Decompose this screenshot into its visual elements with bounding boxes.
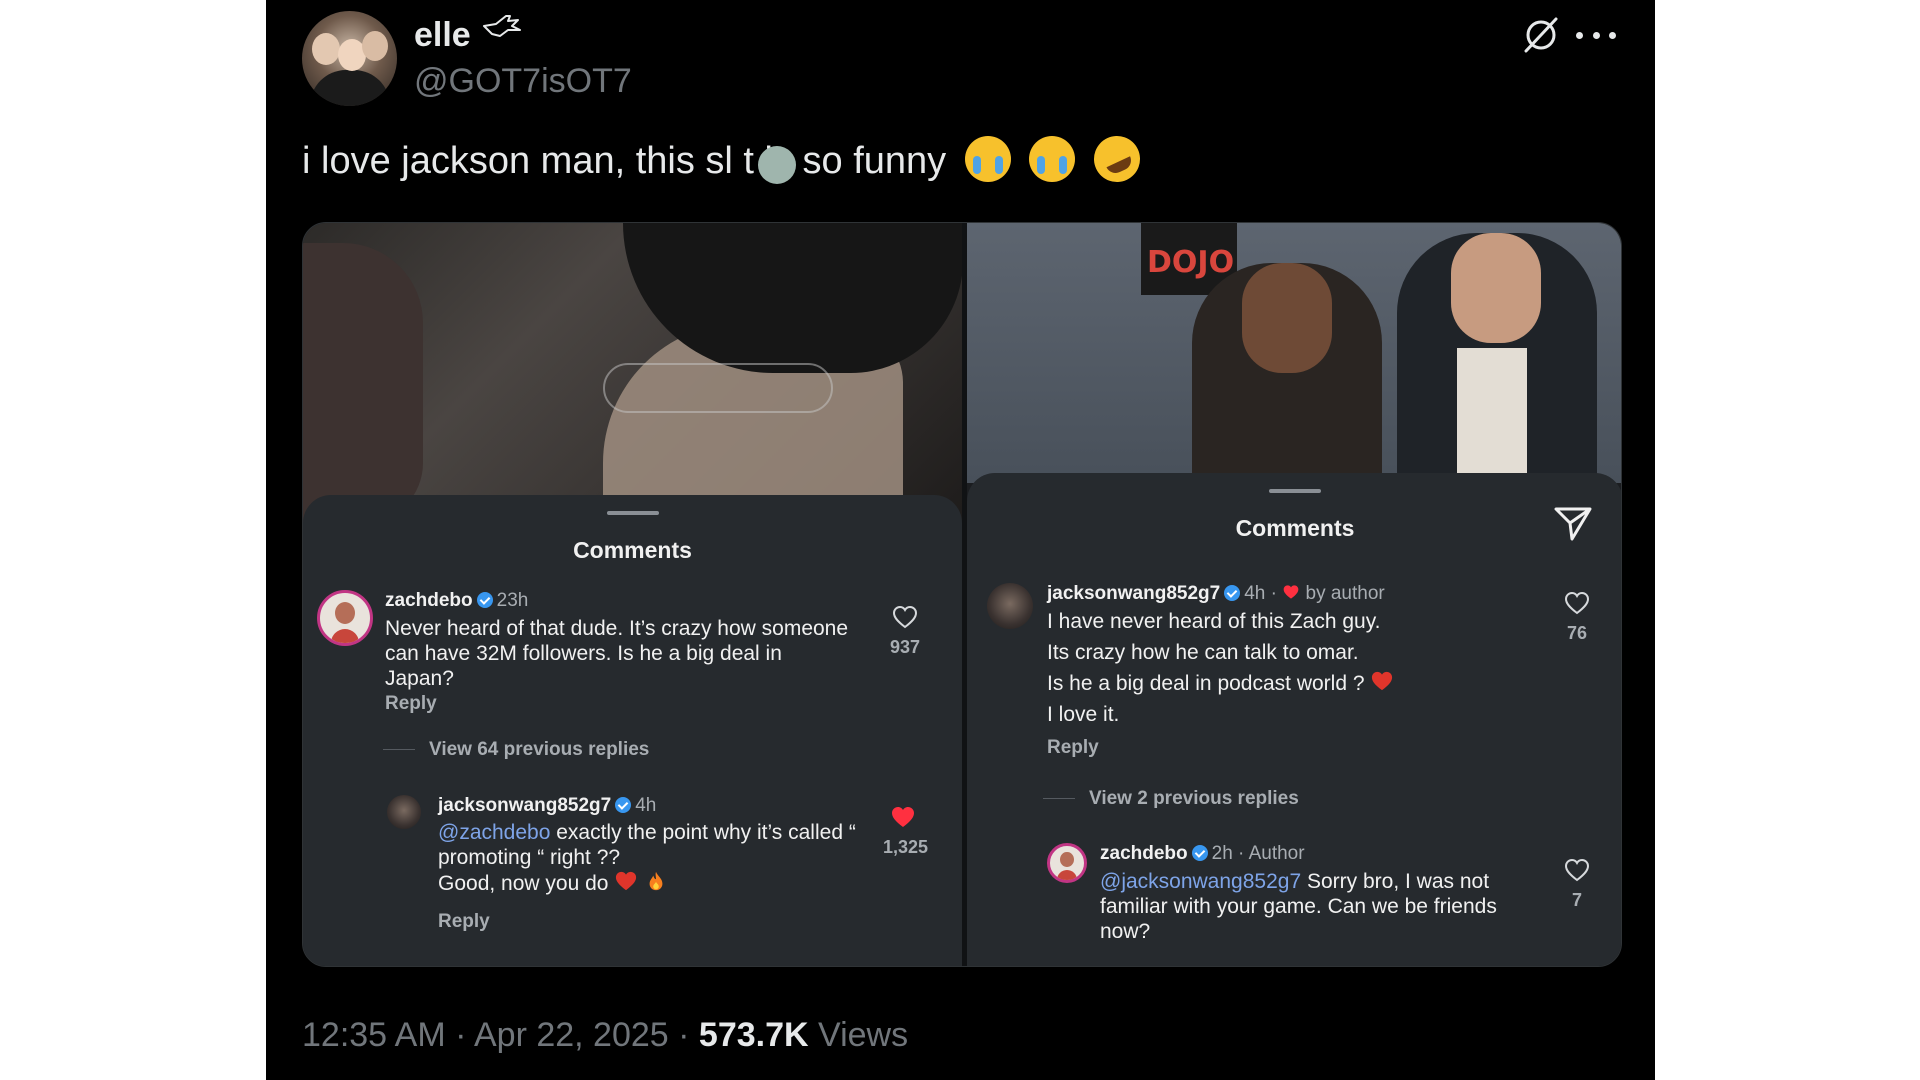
like-button[interactable]: 1,325 (883, 805, 929, 858)
view-replies-button[interactable]: View 2 previous replies (1043, 788, 1299, 810)
verified-badge-icon (1191, 844, 1208, 861)
avatar[interactable] (987, 583, 1033, 629)
comment-meta: jacksonwang852g7 4h (438, 795, 656, 817)
comment: jacksonwang852g7 4h · by author I have ne… (967, 473, 1621, 966)
user-handle[interactable]: @GOT7isOT7 (414, 62, 632, 101)
avatar[interactable] (1047, 843, 1087, 883)
like-count: 937 (889, 637, 921, 657)
profile-avatar[interactable] (302, 11, 397, 106)
more-icon[interactable] (1576, 20, 1616, 50)
rolling-laughing-emoji-icon (1086, 128, 1148, 190)
right-screenshot[interactable]: DOJO Comments jacksonwang852g7 4h · by au… (967, 223, 1621, 966)
comment-time: 2h · Author (1211, 843, 1305, 864)
comment-text-body: Is he a big deal in podcast world ? (1047, 672, 1365, 695)
comment-text: Its crazy how he can talk to omar. (1047, 641, 1359, 664)
comment-username[interactable]: zachdebo (1100, 843, 1188, 864)
views-count: 573.7K (698, 1016, 809, 1054)
loudly-crying-emoji-icon (1029, 136, 1076, 182)
heart-icon (1283, 585, 1299, 599)
comment-text: Never heard of that dude. It’s crazy how… (385, 617, 849, 690)
tweet-text-content: i love jackson man, this sl t is so funn… (302, 140, 947, 183)
left-screenshot[interactable]: Comments zachdebo 23h Never heard of that… (303, 223, 962, 966)
heart-icon (892, 807, 914, 827)
views-label: Views (808, 1016, 909, 1054)
comment-username[interactable]: zachdebo (385, 590, 473, 611)
reply-button[interactable]: Reply (385, 693, 437, 715)
reply-button[interactable]: Reply (1047, 737, 1099, 759)
tweet-timestamp: 12:35 AM · Apr 22, 2025 · 573.7K Views (302, 1016, 908, 1055)
red-heart-emoji-icon (1372, 672, 1393, 691)
comment-text: I have never heard of this Zach guy. (1047, 610, 1381, 633)
heart-icon (1564, 858, 1590, 882)
comment-time: 4h (635, 795, 657, 816)
comment-meta: zachdebo 2h · Author (1100, 843, 1305, 865)
view-replies-button[interactable]: View 64 previous replies (383, 739, 649, 761)
mention-link[interactable]: @jacksonwang852g7 (1100, 870, 1301, 893)
comment: zachdebo 23h Never heard of that dude. It… (303, 495, 962, 966)
comment-text: Good, now you do (438, 871, 878, 896)
display-name[interactable]: elle (414, 16, 471, 55)
comment-text: @jacksonwang852g7 Sorry bro, I was not f… (1100, 869, 1530, 944)
heart-icon (892, 605, 918, 629)
verified-badge-icon (476, 591, 493, 608)
comments-sheet: Comments jacksonwang852g7 4h · by author … (967, 473, 1621, 966)
comment-text-body: Good, now you do (438, 872, 609, 895)
avatar[interactable] (387, 795, 421, 829)
like-button[interactable]: 7 (1557, 858, 1597, 911)
comments-sheet: Comments zachdebo 23h Never heard of that… (303, 495, 962, 966)
tweet-card: elle @GOT7isOT7 i love jackson man, this… (266, 0, 1655, 1080)
comment-text: I love it. (1047, 703, 1120, 726)
verified-badge-icon (615, 796, 632, 813)
sign-text: DOJO (1147, 245, 1235, 280)
comment-meta: jacksonwang852g7 4h · by author (1047, 583, 1385, 605)
loudly-crying-emoji-icon (964, 136, 1011, 182)
timestamp-text[interactable]: 12:35 AM · Apr 22, 2025 · (302, 1016, 699, 1054)
like-count: 1,325 (883, 837, 929, 857)
grok-icon[interactable] (1520, 14, 1562, 56)
like-count: 7 (1571, 890, 1582, 910)
comment-time: 4h · (1244, 583, 1277, 604)
mention-link[interactable]: @zachdebo (438, 821, 550, 844)
comment-username[interactable]: jacksonwang852g7 (1047, 583, 1220, 604)
tweet-text: i love jackson man, this sl t is so funn… (302, 128, 1148, 190)
fire-emoji-icon (649, 872, 663, 891)
right-photo: DOJO (967, 223, 1621, 498)
censor-dot (758, 146, 796, 184)
verified-badge-icon (1224, 584, 1241, 601)
bird-icon (483, 15, 521, 37)
avatar[interactable] (317, 590, 373, 646)
reply-button[interactable]: Reply (438, 911, 490, 933)
left-photo (303, 223, 962, 523)
comment-meta: zachdebo 23h (385, 590, 528, 612)
comment-text: Is he a big deal in podcast world ? (1047, 671, 1527, 696)
like-button[interactable]: 937 (885, 605, 925, 658)
comment-time: 23h (496, 590, 529, 611)
comment-text: @zachdebo exactly the point why it’s cal… (438, 820, 878, 870)
red-heart-emoji-icon (616, 872, 637, 891)
comment-username[interactable]: jacksonwang852g7 (438, 795, 611, 816)
liked-by-author: by author (1305, 583, 1385, 604)
heart-icon (1564, 591, 1590, 615)
like-button[interactable]: 76 (1557, 591, 1597, 644)
media-attachment[interactable]: Comments zachdebo 23h Never heard of that… (302, 222, 1622, 967)
like-count: 76 (1566, 623, 1588, 643)
